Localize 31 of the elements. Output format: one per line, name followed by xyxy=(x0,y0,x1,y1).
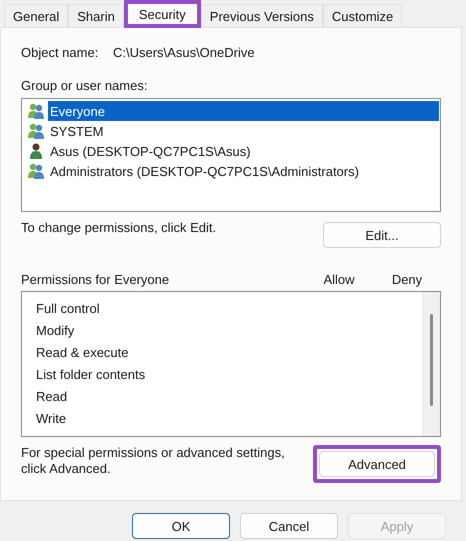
permission-name: Read & execute xyxy=(36,344,129,360)
list-item[interactable]: Asus (DESKTOP-QC7PC1S\Asus) xyxy=(48,141,253,161)
permission-name: Modify xyxy=(36,322,74,338)
tab[interactable]: Sharin xyxy=(68,4,124,27)
object-path: C:\Users\Asus\OneDrive xyxy=(113,45,255,60)
list-item[interactable]: SYSTEM xyxy=(48,121,106,141)
users-icon xyxy=(27,122,45,140)
users-icon xyxy=(27,102,45,120)
permission-name: List folder contents xyxy=(36,366,146,382)
dialog-button[interactable]: OK xyxy=(132,513,230,539)
permission-name: Full control xyxy=(36,300,100,316)
tab[interactable]: General xyxy=(4,4,68,27)
column-header: Allow xyxy=(322,272,356,287)
dialog-button[interactable]: Cancel xyxy=(240,513,338,539)
advanced-button[interactable]: Advanced xyxy=(319,451,435,477)
tab[interactable]: Previous Versions xyxy=(200,4,323,27)
list-item[interactable]: Everyone xyxy=(48,101,439,121)
tab[interactable]: Customize xyxy=(322,4,402,27)
section-label: Group or user names: xyxy=(21,78,148,93)
section-label: Permissions for Everyone xyxy=(21,272,170,287)
hint-text: For special permissions or advanced settings, click Advanced. xyxy=(21,445,286,478)
tab[interactable]: Security xyxy=(124,0,201,28)
column-header: Deny xyxy=(390,272,424,287)
list-item[interactable]: Administrators (DESKTOP-QC7PC1S\Administrators) xyxy=(48,161,361,181)
permission-name: Read xyxy=(36,388,68,404)
hint-text: To change permissions, click Edit. xyxy=(21,220,216,237)
users-icon xyxy=(27,162,45,180)
edit-button[interactable]: Edit... xyxy=(323,222,441,248)
permission-name: Write xyxy=(36,410,66,426)
user-icon xyxy=(27,142,45,160)
field-label: Object name: xyxy=(21,45,100,60)
